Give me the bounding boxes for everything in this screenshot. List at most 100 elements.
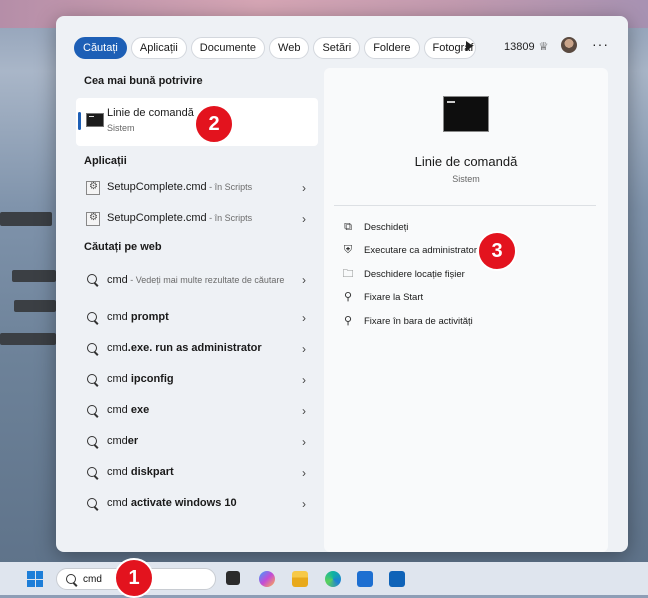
chevron-right-icon[interactable]: ›: [298, 404, 310, 418]
taskbar: cmd: [0, 562, 648, 595]
apps-heading: Aplicații: [84, 155, 127, 167]
more-options-icon[interactable]: ···: [592, 36, 609, 52]
suggestion-query: cmd: [107, 497, 131, 509]
copilot-icon[interactable]: [259, 571, 275, 587]
edge-browser-icon[interactable]: [325, 571, 341, 587]
command-prompt-icon: [443, 96, 489, 132]
points-value: 13809: [504, 40, 535, 53]
details-title: Linie de comandă: [414, 154, 518, 169]
pin-icon: ⚲: [343, 291, 353, 303]
tab-all[interactable]: Căutați: [74, 37, 127, 59]
search-value: cmd: [83, 574, 102, 585]
command-prompt-icon: [86, 113, 104, 127]
chevron-right-icon[interactable]: ›: [298, 497, 310, 511]
open-button[interactable]: ⧉ Deschideți: [342, 218, 408, 236]
wallpaper-rock: [14, 300, 56, 312]
results-list: Cea mai bună potrivire Linie de comandă …: [76, 70, 318, 511]
windows-start-icon[interactable]: [27, 571, 43, 587]
pin-to-start-button[interactable]: ⚲ Fixare la Start: [342, 288, 423, 306]
web-heading: Căutați pe web: [84, 241, 162, 253]
list-item[interactable]: cmd.exe. run as administrator ›: [76, 333, 318, 364]
tab-settings[interactable]: Setări: [313, 37, 361, 59]
chevron-right-icon[interactable]: ›: [298, 466, 310, 480]
suggestion-completion: exe: [130, 404, 150, 416]
action-label: Deschidere locație fișier: [364, 268, 465, 280]
divider: [334, 205, 596, 206]
chevron-right-icon[interactable]: ›: [298, 181, 310, 195]
outlook-icon[interactable]: [389, 571, 405, 587]
tab-apps[interactable]: Aplicații: [130, 37, 187, 59]
best-match-subtitle: Sistem: [107, 123, 135, 133]
details-subtitle: Sistem: [452, 174, 480, 184]
pin-to-taskbar-button[interactable]: ⚲ Fixare în bara de activități: [342, 312, 473, 330]
search-icon: [86, 373, 100, 387]
best-match-heading: Cea mai bună potrivire: [84, 75, 203, 87]
start-search-panel: Căutați Aplicații Documente Web Setări F…: [56, 16, 628, 552]
suggestion-completion: prompt: [130, 311, 169, 323]
open-file-location-button[interactable]: 🗀 Deschidere locație fișier: [342, 265, 465, 283]
task-view-icon[interactable]: [226, 571, 240, 585]
suggestion-query: cmd: [107, 311, 131, 323]
suggestion-completion: activate windows 10: [130, 497, 237, 509]
list-item[interactable]: SetupComplete.cmd - în Scripts ›: [76, 203, 318, 234]
item-description: - Vedeți mai multe rezultate de căutare: [127, 274, 285, 285]
wallpaper-rock: [0, 212, 52, 226]
chevron-right-icon[interactable]: ›: [298, 311, 310, 325]
chevron-right-icon[interactable]: ›: [298, 212, 310, 226]
list-item[interactable]: cmd activate windows 10 ›: [76, 488, 318, 519]
tab-documents[interactable]: Documente: [190, 37, 266, 59]
script-file-icon: [86, 211, 100, 226]
suggestion-completion: .exe. run as administrator: [127, 342, 262, 354]
suggestion-query: cmd: [107, 373, 131, 385]
file-explorer-icon[interactable]: [292, 571, 308, 587]
item-location: - în Scripts: [206, 182, 253, 192]
more-filters-play-icon[interactable]: [466, 41, 473, 51]
avatar[interactable]: [561, 37, 577, 53]
chevron-right-icon[interactable]: ›: [298, 435, 310, 449]
list-item[interactable]: cmd - Vedeți mai multe rezultate de căut…: [76, 258, 318, 302]
action-label: Fixare în bara de activități: [364, 315, 473, 327]
list-item[interactable]: SetupComplete.cmd - în Scripts ›: [76, 172, 318, 203]
details-pane: Linie de comandă Sistem ⧉ Deschideți ⛨ E…: [324, 68, 608, 552]
list-item[interactable]: cmd ipconfig ›: [76, 364, 318, 395]
suggestion-query: cmd: [107, 404, 131, 416]
selection-indicator: [78, 112, 81, 130]
action-label: Fixare la Start: [364, 291, 424, 303]
search-icon: [65, 573, 79, 587]
list-item[interactable]: cmd diskpart ›: [76, 457, 318, 488]
search-icon: [86, 497, 100, 511]
run-as-admin-button[interactable]: ⛨ Executare ca administrator: [342, 241, 477, 259]
store-icon[interactable]: [357, 571, 373, 587]
chevron-right-icon[interactable]: ›: [298, 342, 310, 356]
suggestion-query: cmd: [107, 342, 128, 354]
rewards-trophy-icon: ♕: [538, 41, 549, 53]
best-match-title: Linie de comandă: [107, 107, 194, 119]
list-item[interactable]: cmd exe ›: [76, 395, 318, 426]
search-icon: [86, 342, 100, 356]
suggestion-completion: er: [127, 435, 139, 447]
chevron-right-icon[interactable]: ›: [298, 273, 310, 287]
search-icon: [86, 273, 100, 287]
suggestion-completion: diskpart: [130, 466, 174, 478]
wallpaper-rock: [0, 333, 56, 345]
suggestion-completion: ipconfig: [130, 373, 174, 385]
step-badge-3: 3: [477, 231, 517, 271]
search-icon: [86, 466, 100, 480]
tab-web[interactable]: Web: [269, 37, 310, 59]
search-icon: [86, 435, 100, 449]
item-name: SetupComplete.cmd: [107, 181, 207, 193]
suggestion-query: cmd: [107, 435, 128, 447]
item-name: cmd: [107, 273, 128, 286]
item-location: - în Scripts: [206, 213, 253, 223]
tab-folders[interactable]: Foldere: [364, 37, 420, 59]
list-item[interactable]: cmd prompt ›: [76, 302, 318, 333]
script-file-icon: [86, 180, 100, 195]
rewards-points[interactable]: 13809 ♕: [504, 40, 549, 54]
list-item[interactable]: cmder ›: [76, 426, 318, 457]
action-label: Deschideți: [364, 221, 409, 233]
item-name: SetupComplete.cmd: [107, 212, 207, 224]
chevron-right-icon[interactable]: ›: [298, 373, 310, 387]
shield-icon: ⛨: [343, 244, 353, 256]
filter-bar: Căutați Aplicații Documente Web Setări F…: [74, 36, 476, 60]
search-icon: [86, 311, 100, 325]
